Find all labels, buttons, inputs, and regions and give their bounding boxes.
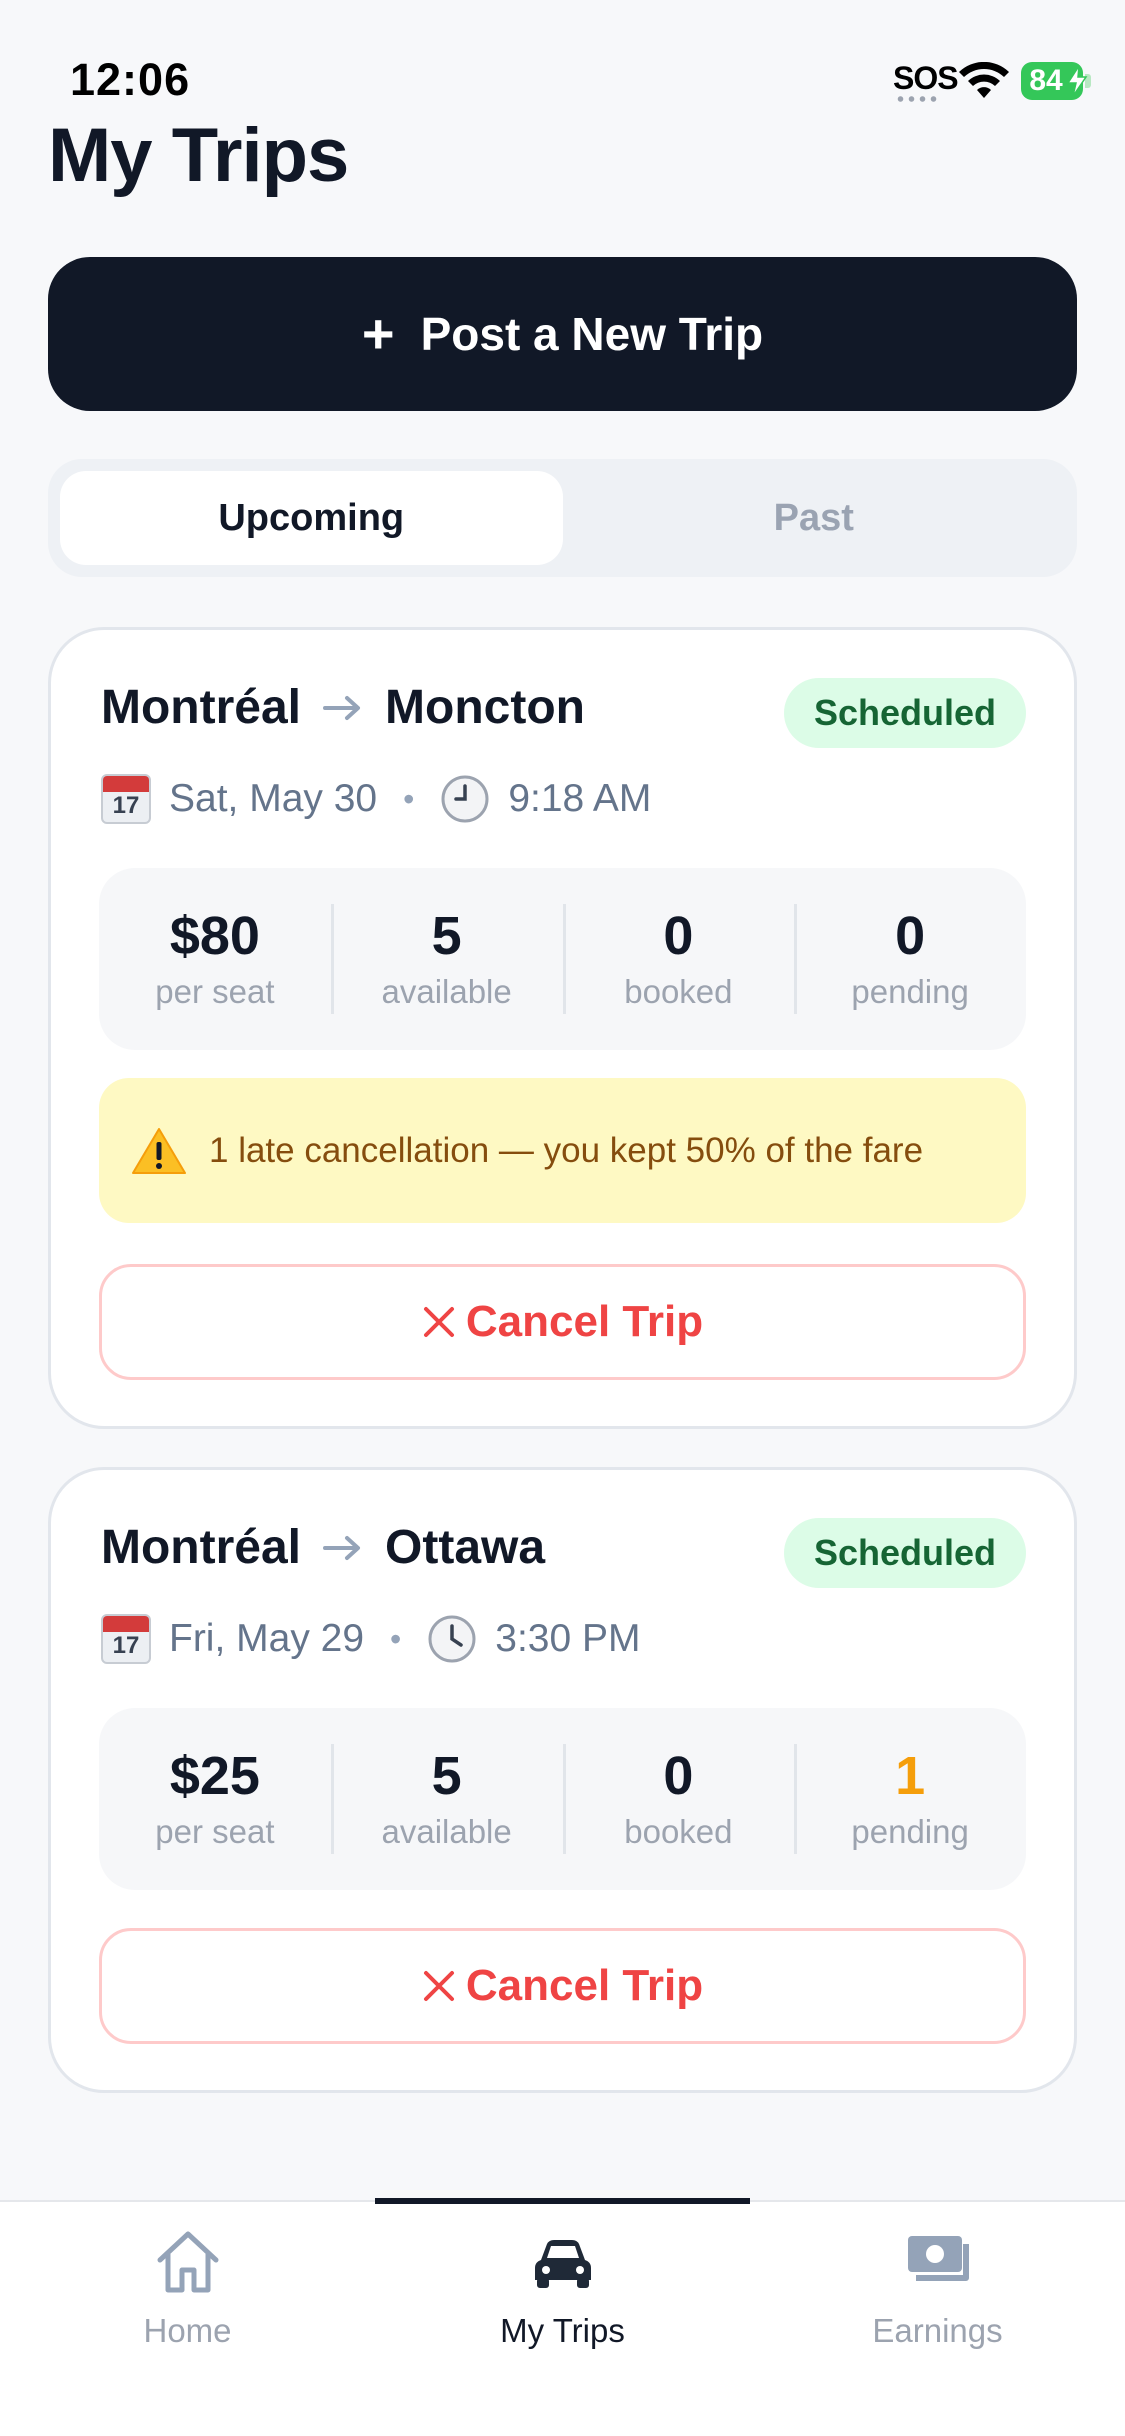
cancel-trip-button[interactable]: Cancel Trip [99, 1264, 1026, 1380]
warning-text: 1 late cancellation — you kept 50% of th… [209, 1130, 924, 1170]
route-destination: Moncton [385, 681, 585, 734]
trip-route: Montréal Moncton [101, 680, 585, 735]
status-time: 12:06 [70, 54, 191, 105]
stat-label: booked [624, 972, 733, 1010]
post-new-trip-button[interactable]: + Post a New Trip [48, 257, 1077, 411]
stat-pending: 0 pending [794, 904, 1026, 1014]
clock-icon [428, 1615, 476, 1663]
route-origin: Montréal [101, 1521, 302, 1574]
trip-time: 9:18 AM [508, 777, 652, 820]
stat-value: 5 [431, 906, 462, 967]
cancel-trip-button[interactable]: Cancel Trip [99, 1928, 1026, 2044]
clock-icon [441, 775, 489, 823]
stat-booked: 0 booked [562, 1744, 795, 1854]
stat-label: booked [624, 1812, 733, 1850]
stat-available: 5 available [330, 904, 563, 1014]
stat-value: $80 [169, 906, 260, 967]
tab-label: Earnings [872, 2312, 1003, 2349]
tab-home[interactable]: Home [0, 2202, 375, 2436]
trip-date: Fri, May 29 [169, 1617, 365, 1660]
stat-available: 5 available [330, 1744, 563, 1854]
stat-price: $25 per seat [99, 1744, 331, 1854]
status-badge: Scheduled [783, 678, 1026, 748]
trip-datetime: 17 Fri, May 29 • 3:30 PM [101, 1614, 641, 1664]
stat-label: per seat [155, 972, 275, 1010]
stat-label: pending [851, 972, 969, 1010]
segment-upcoming[interactable]: Upcoming [60, 471, 563, 565]
tab-my-trips[interactable]: My Trips [375, 2202, 750, 2436]
late-cancellation-notice: 1 late cancellation — you kept 50% of th… [99, 1078, 1026, 1223]
stat-label: pending [851, 1812, 969, 1850]
calendar-icon: 17 [101, 774, 151, 824]
arrow-right-icon [323, 1535, 361, 1560]
stat-value: 0 [663, 1746, 694, 1807]
stat-value: 5 [431, 1746, 462, 1807]
wifi-icon [959, 62, 1009, 98]
trip-filter-segmented-control: Upcoming Past [48, 459, 1077, 577]
signal-dots-icon [895, 96, 939, 102]
separator-dot: • [390, 1620, 402, 1657]
trip-date: Sat, May 30 [169, 777, 378, 820]
close-icon [423, 1307, 454, 1337]
warning-icon [132, 1127, 186, 1174]
stat-value: 0 [895, 906, 926, 967]
route-destination: Ottawa [385, 1521, 546, 1574]
plus-icon: + [361, 302, 395, 365]
cash-icon [907, 2236, 969, 2281]
page-title: My Trips [48, 113, 349, 198]
tab-label: My Trips [500, 2312, 625, 2349]
tab-label: Home [143, 2312, 232, 2349]
stat-value: $25 [169, 1746, 260, 1807]
close-icon [423, 1971, 454, 2001]
car-icon [534, 2240, 591, 2288]
route-origin: Montréal [101, 681, 302, 734]
post-new-trip-label: Post a New Trip [420, 308, 764, 360]
status-bar: 12:06 SOS 84 [0, 0, 1125, 120]
stat-label: available [381, 1812, 512, 1850]
trip-card[interactable]: Montréal Moncton Scheduled 17 Sat, May 3… [48, 627, 1077, 1429]
segment-past[interactable]: Past [563, 471, 1066, 565]
stat-label: per seat [155, 1812, 275, 1850]
cancel-trip-label: Cancel Trip [465, 1961, 704, 2010]
active-tab-indicator [375, 2198, 750, 2204]
status-badge: Scheduled [783, 1518, 1026, 1588]
screen: 12:06 SOS 84 My Trips + Post a New Trip … [0, 0, 1125, 2436]
charging-bolt-icon [1066, 66, 1088, 96]
separator-dot: • [403, 780, 415, 817]
stat-label: available [381, 972, 512, 1010]
stat-value: 1 [895, 1746, 926, 1807]
home-icon [157, 2231, 218, 2293]
cancel-trip-label: Cancel Trip [465, 1297, 704, 1346]
arrow-right-icon [323, 695, 361, 720]
trip-route: Montréal Ottawa [101, 1520, 545, 1575]
trip-time: 3:30 PM [495, 1617, 641, 1660]
tab-bar: Home My Trips Earnings [0, 2200, 1125, 2436]
stat-pending: 1 pending [794, 1744, 1026, 1854]
sos-indicator: SOS [893, 60, 959, 96]
trip-card[interactable]: Montréal Ottawa Scheduled 17 Fri, May 29… [48, 1467, 1077, 2093]
stat-value: 0 [663, 906, 694, 967]
trip-datetime: 17 Sat, May 30 • 9:18 AM [101, 774, 651, 824]
trip-stats: $80 per seat 5 available 0 booked 0 pend… [99, 868, 1026, 1050]
stat-price: $80 per seat [99, 904, 331, 1014]
tab-earnings[interactable]: Earnings [750, 2202, 1125, 2436]
trip-stats: $25 per seat 5 available 0 booked 1 pend… [99, 1708, 1026, 1890]
stat-booked: 0 booked [562, 904, 795, 1014]
calendar-icon: 17 [101, 1614, 151, 1664]
